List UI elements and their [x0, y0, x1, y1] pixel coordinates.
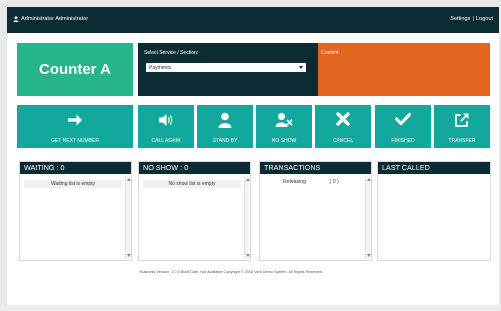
- no-show-empty-message: No show list is empty: [143, 180, 241, 188]
- user-name: Administrator Administrator: [21, 16, 89, 22]
- button-label: TRANSFER: [448, 138, 476, 144]
- logout-link[interactable]: Logout: [476, 16, 493, 22]
- button-label: FINISHED: [391, 138, 415, 144]
- scroll-up-icon[interactable]: [126, 178, 131, 181]
- user-icon: [218, 112, 232, 128]
- window-bottom-strip: [0, 305, 501, 311]
- top-navbar: Administrator Administrator Settings | L…: [7, 7, 499, 33]
- finished-button[interactable]: FINISHED: [375, 105, 431, 148]
- user-icon: [13, 16, 19, 22]
- waiting-empty-message: Waiting list is empty: [24, 180, 122, 188]
- service-selected-value: Payments: [149, 64, 172, 71]
- waiting-panel: WAITING : 0 Waiting list is empty: [19, 161, 132, 261]
- waiting-title: WAITING : 0: [20, 162, 131, 174]
- topbar-links: Settings | Logout: [450, 16, 493, 22]
- counter-name: Counter A: [39, 61, 111, 78]
- button-label: GET NEXT NUMBER: [51, 138, 99, 144]
- transactions-panel: TRANSACTIONS: [259, 161, 372, 261]
- scroll-down-icon[interactable]: [126, 254, 131, 257]
- transfer-button[interactable]: TRANSFER: [434, 105, 490, 148]
- button-label: NO SHOW: [271, 138, 297, 144]
- service-select[interactable]: Payments: [146, 63, 306, 72]
- close-icon: [336, 112, 350, 126]
- stand-by-button[interactable]: STAND BY: [197, 105, 253, 148]
- transactions-title: TRANSACTIONS: [260, 162, 371, 174]
- scroll-up-icon[interactable]: [245, 178, 250, 181]
- user-menu[interactable]: Administrator Administrator: [13, 16, 88, 22]
- scroll-down-icon[interactable]: [366, 254, 371, 257]
- last-called-title: LAST CALLED: [378, 162, 490, 174]
- chevron-down-icon: [299, 66, 303, 69]
- footer-text: Business Version: 1.0.0 Build Date: Not …: [140, 270, 323, 274]
- no-show-button[interactable]: NO SHOW: [256, 105, 312, 148]
- settings-link[interactable]: Settings: [450, 16, 470, 22]
- user-x-icon: [275, 112, 293, 127]
- current-label: Current: [321, 50, 339, 56]
- volume-icon: [159, 114, 173, 126]
- counter-panel: Counter A: [17, 43, 133, 96]
- transaction-count: ( 0 ): [329, 179, 339, 185]
- no-show-scrollbar[interactable]: [244, 176, 250, 259]
- no-show-panel: NO SHOW : 0 No show list is empty: [138, 161, 251, 261]
- call-again-button[interactable]: CALL AGAIN: [138, 105, 194, 148]
- transactions-scrollbar[interactable]: [365, 176, 371, 259]
- service-label: Select Service / Section:: [144, 50, 199, 56]
- last-called-panel: LAST CALLED: [377, 161, 491, 261]
- button-label: CANCEL: [332, 138, 354, 144]
- service-panel: Select Service / Section: Payments: [138, 43, 318, 96]
- button-label: STAND BY: [212, 138, 238, 144]
- link-separator: |: [472, 16, 474, 22]
- get-next-number-button[interactable]: GET NEXT NUMBER: [17, 105, 133, 148]
- transaction-row[interactable]: Releasing ( 0 ): [283, 179, 339, 185]
- no-show-title: NO SHOW : 0: [139, 162, 250, 174]
- check-icon: [395, 112, 411, 126]
- external-link-icon: [455, 113, 469, 127]
- cancel-button[interactable]: CANCEL: [315, 105, 371, 148]
- waiting-scrollbar[interactable]: [125, 176, 131, 259]
- scroll-down-icon[interactable]: [245, 254, 250, 257]
- transaction-name: Releasing: [283, 179, 307, 185]
- arrow-right-icon: [68, 114, 82, 126]
- current-panel: Current: [318, 43, 490, 96]
- scroll-up-icon[interactable]: [366, 178, 371, 181]
- button-label: CALL AGAIN: [151, 138, 181, 144]
- app-window: Administrator Administrator Settings | L…: [7, 7, 499, 305]
